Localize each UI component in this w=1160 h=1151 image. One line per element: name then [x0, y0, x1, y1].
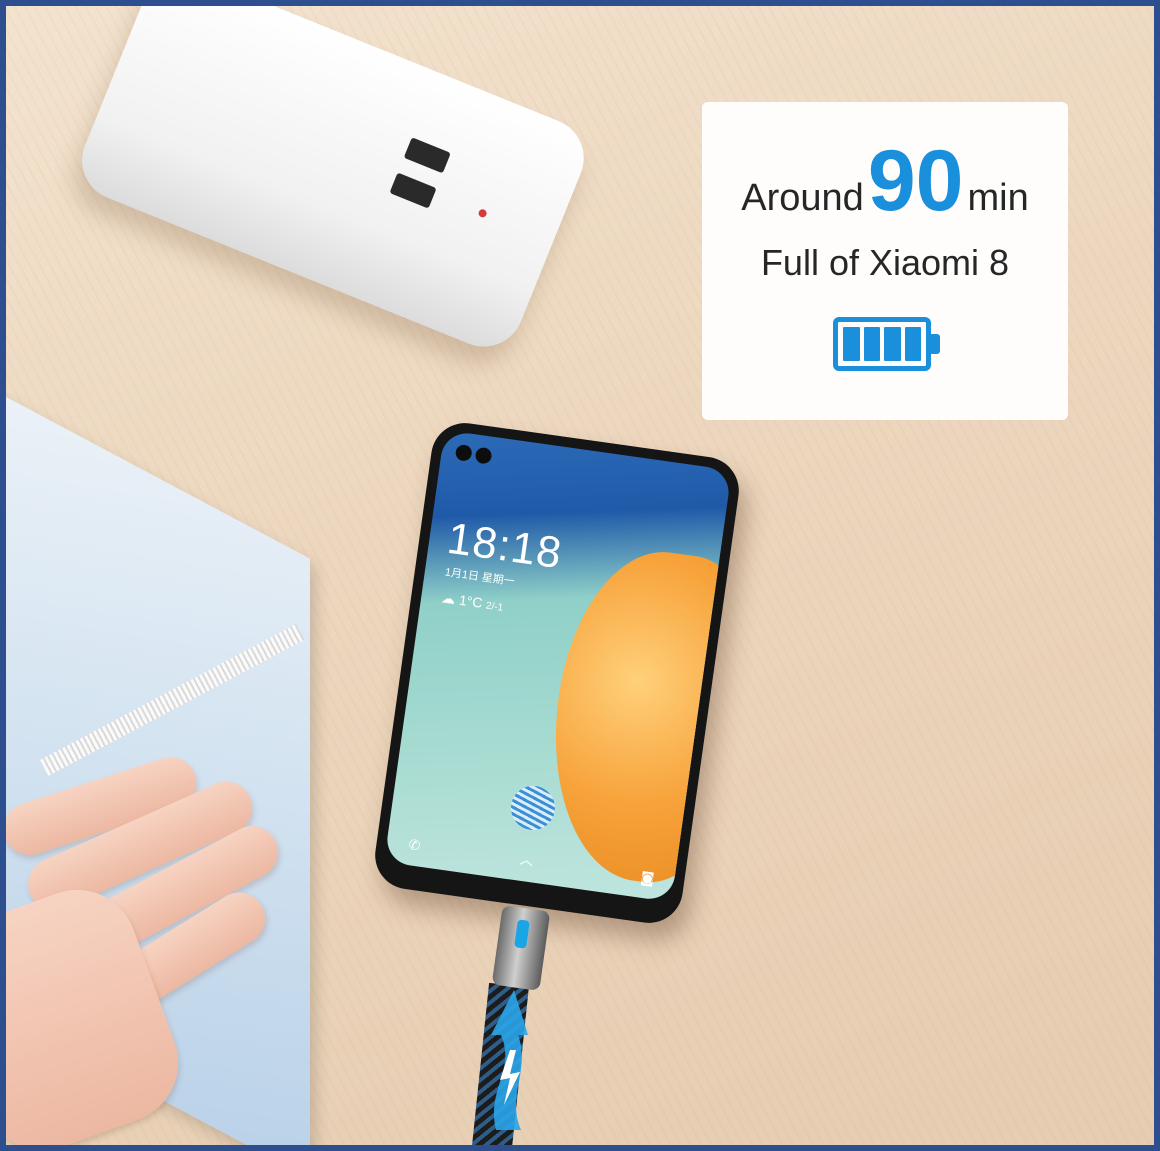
plug-accent-stripe [514, 919, 530, 949]
charging-bolt-icon [491, 990, 528, 1130]
product-scene: Around 90 min Full of Xiaomi 8 18:18 1月1… [0, 0, 1160, 1151]
minutes-unit: min [967, 177, 1029, 219]
charge-time-line: Around 90 min [702, 138, 1068, 228]
smartphone: 18:18 1月1日 星期一 ☁ 1°C 2/-1 ✆ ︿ ◙ [370, 418, 744, 928]
phone-call-icon: ✆ [407, 837, 422, 855]
camera-icon: ◙ [639, 869, 656, 888]
temperature-range: 2/-1 [485, 600, 504, 614]
battery-tip [931, 334, 940, 354]
swipe-up-icon: ︿ [518, 851, 535, 870]
battery-full-icon [833, 317, 931, 371]
device-label: Full of Xiaomi 8 [760, 242, 1010, 283]
cloud-icon: ☁ [440, 589, 457, 608]
around-label: Around [741, 177, 864, 219]
charge-minutes-value: 90 [867, 133, 964, 229]
hand [0, 750, 300, 1151]
usb-port [403, 137, 451, 174]
fingerprint-icon [508, 783, 558, 833]
front-camera [474, 446, 493, 465]
usb-port [389, 172, 437, 209]
phone-screen: 18:18 1月1日 星期一 ☁ 1°C 2/-1 ✆ ︿ ◙ [384, 430, 732, 903]
charge-time-card: Around 90 min Full of Xiaomi 8 [702, 102, 1068, 420]
power-led [477, 208, 488, 219]
temperature: 1°C [458, 591, 484, 611]
power-strip [70, 0, 596, 359]
front-camera [454, 443, 473, 462]
lockscreen-weather: ☁ 1°C 2/-1 [440, 589, 504, 615]
wallpaper-shape [534, 540, 732, 894]
usb-c-plug [491, 905, 551, 991]
